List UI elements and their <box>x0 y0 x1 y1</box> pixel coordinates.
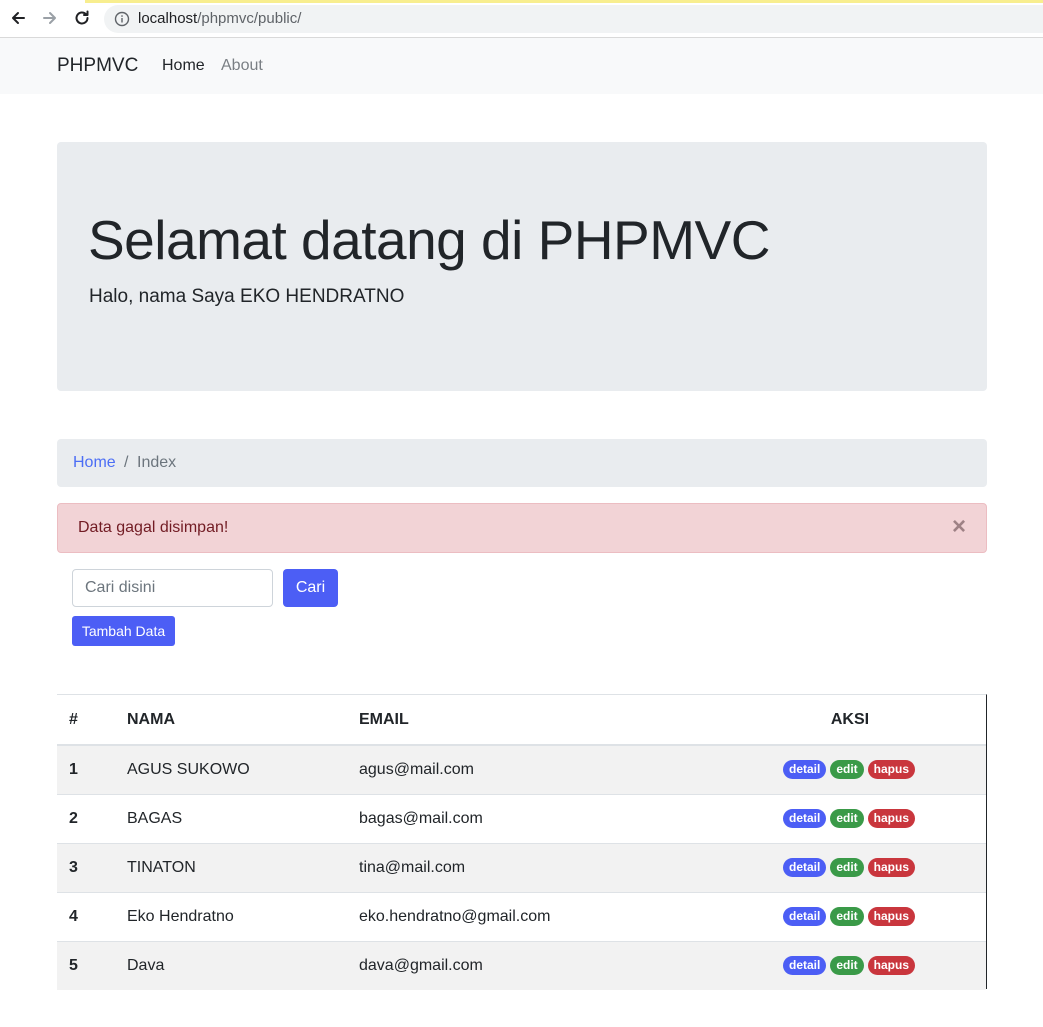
table-body: 1 AGUS SUKOWO agus@mail.com detail edit hapus… <box>57 744 986 990</box>
cell-email: agus@mail.com <box>346 744 726 794</box>
data-table-container: # NAMA EMAIL AKSI 1 AGUS SUKOWO agus@mail.… <box>57 694 987 990</box>
table-row: 4 Eko Hendratno eko.hendratno@gmail.com det… <box>57 891 986 941</box>
detail-badge[interactable]: detail <box>782 809 827 828</box>
cell-email: tina@mail.com <box>346 842 726 892</box>
cell-number: 1 <box>57 744 114 794</box>
jumbotron: Selamat datang di PHPMVC Halo, nama Saya… <box>57 142 987 391</box>
breadcrumb-home-link[interactable]: Home <box>73 454 116 472</box>
url-path: /phpmvc/public/ <box>197 10 302 27</box>
search-input[interactable] <box>72 569 273 607</box>
cell-number: 5 <box>57 940 114 990</box>
table-row: 3 TINATON tina@mail.com detail edit hapus <box>57 842 986 892</box>
header-email: EMAIL <box>346 695 726 746</box>
table-row: 1 AGUS SUKOWO agus@mail.com detail edit hapus <box>57 744 986 794</box>
breadcrumb-active: Index <box>137 454 177 471</box>
url-host: localhost <box>138 10 198 27</box>
hapus-badge[interactable]: hapus <box>867 809 916 828</box>
jumbotron-title: Selamat datang di PHPMVC <box>88 209 770 271</box>
cell-aksi: detail edit hapus <box>726 940 986 990</box>
nav-link-home[interactable]: Home <box>162 57 205 75</box>
header-aksi: AKSI <box>726 695 986 746</box>
cell-aksi: detail edit hapus <box>726 744 986 794</box>
cell-nama: Dava <box>114 940 346 990</box>
breadcrumb-separator: / <box>124 454 129 471</box>
search-button[interactable]: Cari <box>283 569 338 607</box>
cell-number: 3 <box>57 842 114 892</box>
detail-badge[interactable]: detail <box>782 907 827 926</box>
detail-badge[interactable]: detail <box>782 956 827 976</box>
navbar-brand[interactable]: PHPMVC <box>57 55 138 77</box>
alert-danger: Data gagal disimpan! × <box>57 503 987 553</box>
hapus-badge[interactable]: hapus <box>867 858 916 877</box>
cell-aksi: detail edit hapus <box>726 891 986 941</box>
edit-badge[interactable]: edit <box>830 809 864 828</box>
alert-message: Data gagal disimpan! <box>78 519 229 536</box>
table-row: 2 BAGAS bagas@mail.com detail edit hapus <box>57 793 986 843</box>
browser-toolbar: localhost/phpmvc/public/ <box>0 0 1043 38</box>
hapus-badge[interactable]: hapus <box>867 956 916 976</box>
cell-nama: Eko Hendratno <box>114 891 346 941</box>
action-badges: detail edit hapus <box>726 858 986 877</box>
detail-badge[interactable]: detail <box>782 858 827 877</box>
close-icon[interactable]: × <box>952 515 966 539</box>
edit-badge[interactable]: edit <box>830 956 864 976</box>
cell-email: dava@gmail.com <box>346 940 726 990</box>
cell-email: bagas@mail.com <box>346 793 726 843</box>
jumbotron-subtitle: Halo, nama Saya EKO HENDRATNO <box>89 286 405 307</box>
data-table: # NAMA EMAIL AKSI 1 AGUS SUKOWO agus@mail.… <box>57 695 986 990</box>
loading-bar <box>0 0 1043 3</box>
action-badges: detail edit hapus <box>726 809 986 828</box>
cell-nama: BAGAS <box>114 793 346 843</box>
forward-arrow-icon[interactable] <box>40 8 60 28</box>
edit-badge[interactable]: edit <box>830 907 864 926</box>
info-icon[interactable] <box>114 11 130 27</box>
cell-number: 4 <box>57 891 114 941</box>
navbar: PHPMVC Home About <box>0 38 1043 94</box>
breadcrumb: Home / Index <box>57 439 987 487</box>
hapus-badge[interactable]: hapus <box>867 760 916 780</box>
action-badges: detail edit hapus <box>726 907 986 926</box>
back-arrow-icon[interactable] <box>8 8 28 28</box>
header-number: # <box>57 695 114 746</box>
table-header-row: # NAMA EMAIL AKSI <box>57 695 986 746</box>
cell-aksi: detail edit hapus <box>726 793 986 843</box>
action-badges: detail edit hapus <box>726 760 986 780</box>
url-text: localhost/phpmvc/public/ <box>138 10 301 27</box>
cell-email: eko.hendratno@gmail.com <box>346 891 726 941</box>
address-bar[interactable]: localhost/phpmvc/public/ <box>104 5 1043 33</box>
cell-nama: TINATON <box>114 842 346 892</box>
action-badges: detail edit hapus <box>726 956 986 976</box>
table-row: 5 Dava dava@gmail.com detail edit hapus <box>57 940 986 990</box>
cell-aksi: detail edit hapus <box>726 842 986 892</box>
header-nama: NAMA <box>114 695 346 746</box>
add-data-button[interactable]: Tambah Data <box>72 616 175 646</box>
edit-badge[interactable]: edit <box>830 760 864 780</box>
cell-nama: AGUS SUKOWO <box>114 744 346 794</box>
hapus-badge[interactable]: hapus <box>867 907 916 926</box>
detail-badge[interactable]: detail <box>782 760 827 780</box>
nav-link-about[interactable]: About <box>221 57 263 75</box>
reload-icon[interactable] <box>72 8 92 28</box>
edit-badge[interactable]: edit <box>830 858 864 877</box>
cell-number: 2 <box>57 793 114 843</box>
